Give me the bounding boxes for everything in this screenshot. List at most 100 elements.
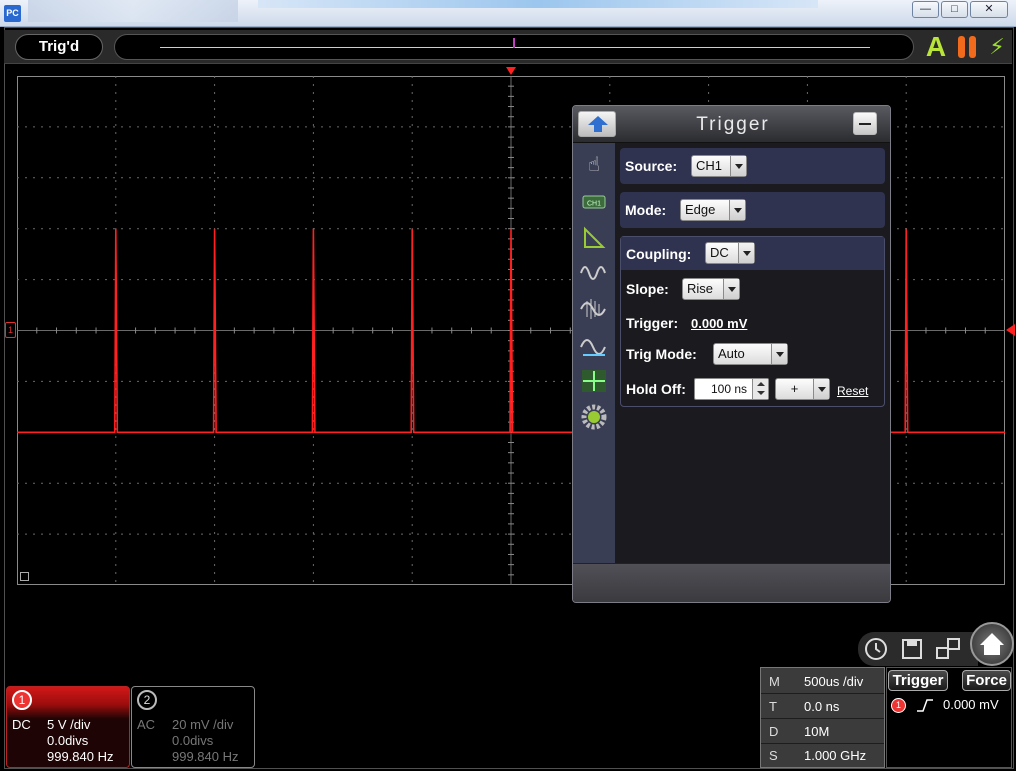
acq-row-depth: D 10M	[761, 720, 884, 744]
maximize-icon: □	[951, 3, 958, 15]
hold-off-label: Hold Off:	[626, 381, 686, 397]
trigger-position-marker[interactable]	[506, 67, 516, 75]
acquisition-info[interactable]: M 500us /div T 0.0 ns D 10M S 1.000 GHz	[760, 667, 885, 768]
gear-icon[interactable]	[579, 403, 609, 431]
lightning-icon[interactable]: ⚡	[987, 33, 1007, 61]
ch2-number-badge: 2	[137, 690, 157, 710]
pause-icon[interactable]	[956, 34, 978, 60]
acq-key: M	[769, 674, 780, 689]
acq-key: D	[769, 724, 779, 739]
edge-settings-group: Coupling: DC Slope: Rise Trigger: 0.000 …	[620, 236, 885, 407]
maximize-window-button[interactable]: □	[941, 1, 968, 18]
acq-value: 1.000 GHz	[804, 748, 867, 763]
hold-off-stepper[interactable]: 100 ns	[694, 378, 769, 400]
chevron-down-icon	[729, 200, 745, 220]
horizontal-position-bar[interactable]	[114, 34, 914, 60]
trigger-level-summary: 0.000 mV	[943, 697, 999, 712]
trigger-panel-title: Trigger	[696, 114, 770, 135]
ch1-ground-marker[interactable]: 1	[5, 322, 16, 338]
app-icon: PC	[4, 5, 21, 22]
acq-row-timebase: M 500us /div	[761, 670, 884, 694]
measure-icon[interactable]	[579, 331, 609, 359]
chevron-down-icon	[730, 156, 746, 176]
acq-value: 0.0 ns	[804, 699, 840, 714]
acq-row-sample-rate: S 1.000 GHz	[761, 744, 884, 768]
ch2-info-box[interactable]: 2 AC 20 mV /div 0.0divs 999.840 Hz	[131, 686, 255, 768]
coupling-label: Coupling:	[626, 246, 692, 262]
mode-value: Edge	[685, 202, 716, 217]
force-trigger-button[interactable]: Force	[962, 670, 1011, 691]
waveform-icon[interactable]	[579, 259, 609, 287]
ch2-volts-div: 20 mV /div	[172, 717, 234, 732]
ch1-info-box[interactable]: 1 DC 5 V /div 0.0divs 999.840 Hz	[6, 686, 130, 768]
ch2-frequency: 999.840 Hz	[172, 749, 239, 764]
trig-mode-value: Auto	[718, 346, 745, 361]
chevron-down-icon	[771, 344, 787, 364]
panel-up-button[interactable]	[578, 111, 616, 137]
timebar-position-marker[interactable]	[513, 38, 515, 48]
trigger-edge-icon[interactable]	[579, 223, 609, 251]
svg-text:CH1: CH1	[587, 201, 601, 208]
stepper-arrows-icon[interactable]	[752, 379, 768, 399]
trigger-menu-button[interactable]: Trigger	[888, 670, 948, 691]
mode-dropdown[interactable]: Edge	[680, 199, 746, 221]
window-restore-icon[interactable]	[20, 572, 29, 581]
hold-off-sign-dropdown[interactable]: +	[775, 378, 830, 400]
chevron-down-icon	[723, 279, 739, 299]
hold-off-sign-value: +	[790, 381, 799, 396]
minimize-window-button[interactable]: —	[912, 1, 939, 18]
minus-icon	[859, 123, 871, 125]
slope-label: Slope:	[626, 281, 669, 297]
trig-mode-dropdown[interactable]: Auto	[713, 343, 788, 365]
trigger-channel-badge: 1	[891, 698, 906, 713]
window-titlebar: PC — □ ✕	[0, 0, 1016, 27]
source-dropdown[interactable]: CH1	[691, 155, 747, 177]
coupling-dropdown[interactable]: DC	[705, 242, 755, 264]
blurred-background-tabs	[28, 0, 238, 22]
mode-label: Mode:	[625, 202, 667, 218]
acq-row-trigger-time: T 0.0 ns	[761, 695, 884, 719]
home-icon	[980, 633, 1004, 655]
auto-set-icon[interactable]: A	[922, 32, 950, 62]
source-value: CH1	[696, 158, 723, 173]
ch1-frequency: 999.840 Hz	[47, 749, 114, 764]
trigger-level-value[interactable]: 0.000 mV	[691, 316, 747, 331]
hold-off-value: 100 ns	[710, 382, 747, 396]
acq-value: 10M	[804, 724, 830, 739]
channel-icon[interactable]: CH1	[579, 188, 609, 216]
rising-edge-icon	[917, 699, 933, 712]
slope-value: Rise	[687, 281, 714, 296]
chevron-down-icon	[738, 243, 754, 263]
close-window-button[interactable]: ✕	[970, 1, 1008, 18]
panel-side-menu: ☝ CH1	[573, 143, 615, 563]
fft-icon[interactable]	[579, 295, 609, 323]
trigger-level-marker[interactable]	[1006, 324, 1015, 336]
close-icon: ✕	[984, 3, 994, 15]
mode-row: Mode: Edge	[620, 192, 885, 228]
trigger-level-label: Trigger:	[626, 315, 679, 331]
home-button[interactable]	[970, 622, 1014, 666]
history-icon[interactable]	[861, 634, 891, 664]
ch2-offset: 0.0divs	[172, 733, 214, 748]
slope-dropdown[interactable]: Rise	[682, 278, 740, 300]
acq-key: T	[769, 699, 777, 714]
reset-link[interactable]: Reset	[837, 384, 868, 398]
cursor-icon[interactable]	[579, 367, 609, 395]
trig-mode-label: Trig Mode:	[626, 346, 697, 362]
touch-hand-icon[interactable]: ☝	[579, 151, 609, 179]
switch-window-icon[interactable]	[933, 634, 963, 664]
trigger-panel-footer	[573, 563, 890, 602]
timebar-track	[160, 47, 870, 48]
source-row: Source: CH1	[620, 148, 885, 184]
blurred-background-strip	[258, 0, 818, 8]
ch1-coupling: DC	[12, 717, 31, 732]
source-label: Source:	[625, 158, 678, 174]
chevron-down-icon	[813, 379, 829, 399]
save-icon[interactable]	[897, 634, 927, 664]
minimize-icon: —	[920, 3, 931, 15]
ch2-coupling: AC	[137, 717, 156, 732]
trigger-summary: Trigger Force 1 0.000 mV	[886, 667, 1012, 768]
ch1-volts-div: 5 V /div	[47, 717, 91, 732]
panel-minimize-button[interactable]	[853, 112, 877, 135]
arrow-up-icon	[588, 116, 608, 132]
